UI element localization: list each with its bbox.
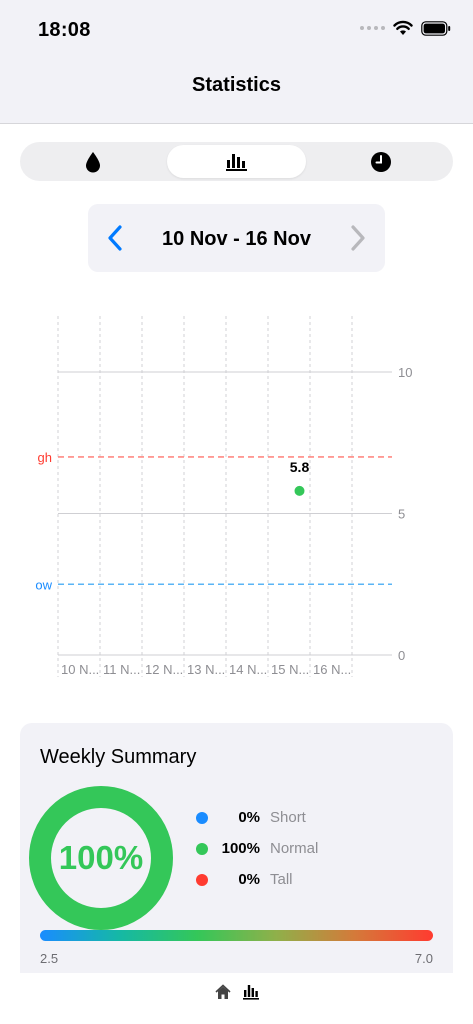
bar-chart-icon[interactable] <box>243 984 259 1000</box>
x-tick-label: 16 N... <box>313 662 351 677</box>
legend-dot <box>196 843 208 855</box>
legend-name: Tall <box>270 871 293 888</box>
summary-title: Weekly Summary <box>40 746 197 768</box>
x-tick-label: 11 N... <box>103 662 140 677</box>
legend-name: Short <box>270 809 306 826</box>
page-title: Statistics <box>192 74 281 96</box>
home-icon[interactable] <box>215 984 231 1000</box>
legend-percent: 0% <box>238 871 260 888</box>
tab-bar <box>0 973 473 1024</box>
weekly-chart: 0 5 10 gh ow 10 N... 11 N... 12 N... 13 N... 14 N… <box>35 316 412 677</box>
data-label: 5.8 <box>290 459 310 475</box>
battery-icon <box>421 20 451 36</box>
status-icons <box>360 20 451 36</box>
x-tick-label: 14 N... <box>229 662 267 677</box>
summary-legend: 0% Short 100% Normal 0% Tall <box>196 807 396 900</box>
high-threshold-label: gh <box>38 450 52 465</box>
segment-drop[interactable] <box>23 145 162 178</box>
y-tick-label: 10 <box>398 365 412 380</box>
x-tick-label: 12 N... <box>145 662 183 677</box>
low-threshold-label: ow <box>35 577 52 592</box>
drop-icon <box>85 151 100 172</box>
range-gradient-bar <box>40 930 433 941</box>
legend-item-tall: 0% Tall <box>196 869 396 900</box>
x-tick-label: 10 N... <box>61 662 99 677</box>
donut-percent: 100% <box>58 839 144 876</box>
legend-percent: 100% <box>221 840 260 857</box>
legend-dot <box>196 874 208 886</box>
legend-item-normal: 100% Normal <box>196 838 396 869</box>
date-range-label: 10 Nov - 16 Nov <box>162 228 311 250</box>
weekly-summary-card: Weekly Summary 100% 0% Short 100% Normal… <box>20 723 453 973</box>
legend-item-short: 0% Short <box>196 807 396 838</box>
chevron-right-icon[interactable] <box>345 224 369 252</box>
y-tick-label: 0 <box>398 648 405 663</box>
legend-percent: 0% <box>238 809 260 826</box>
data-point <box>294 485 305 496</box>
navigation-bar: Statistics <box>0 60 473 124</box>
scale-max-label: 7.0 <box>414 951 433 966</box>
view-segmented-control <box>20 142 453 181</box>
scale-min-label: 2.5 <box>40 951 59 966</box>
segment-bar-chart[interactable] <box>167 145 306 178</box>
x-tick-label: 15 N... <box>271 662 309 677</box>
date-range-picker: 10 Nov - 16 Nov <box>88 204 385 272</box>
signal-icon <box>360 26 385 30</box>
y-tick-label: 5 <box>398 507 405 522</box>
legend-dot <box>196 812 208 824</box>
legend-name: Normal <box>270 840 319 857</box>
status-time: 18:08 <box>38 19 91 41</box>
wifi-icon <box>393 20 413 35</box>
segment-clock[interactable] <box>311 145 450 178</box>
bar-chart-icon <box>225 153 247 171</box>
clock-icon <box>370 151 391 172</box>
status-bar: 18:08 <box>0 0 473 60</box>
x-tick-label: 13 N... <box>187 662 225 677</box>
